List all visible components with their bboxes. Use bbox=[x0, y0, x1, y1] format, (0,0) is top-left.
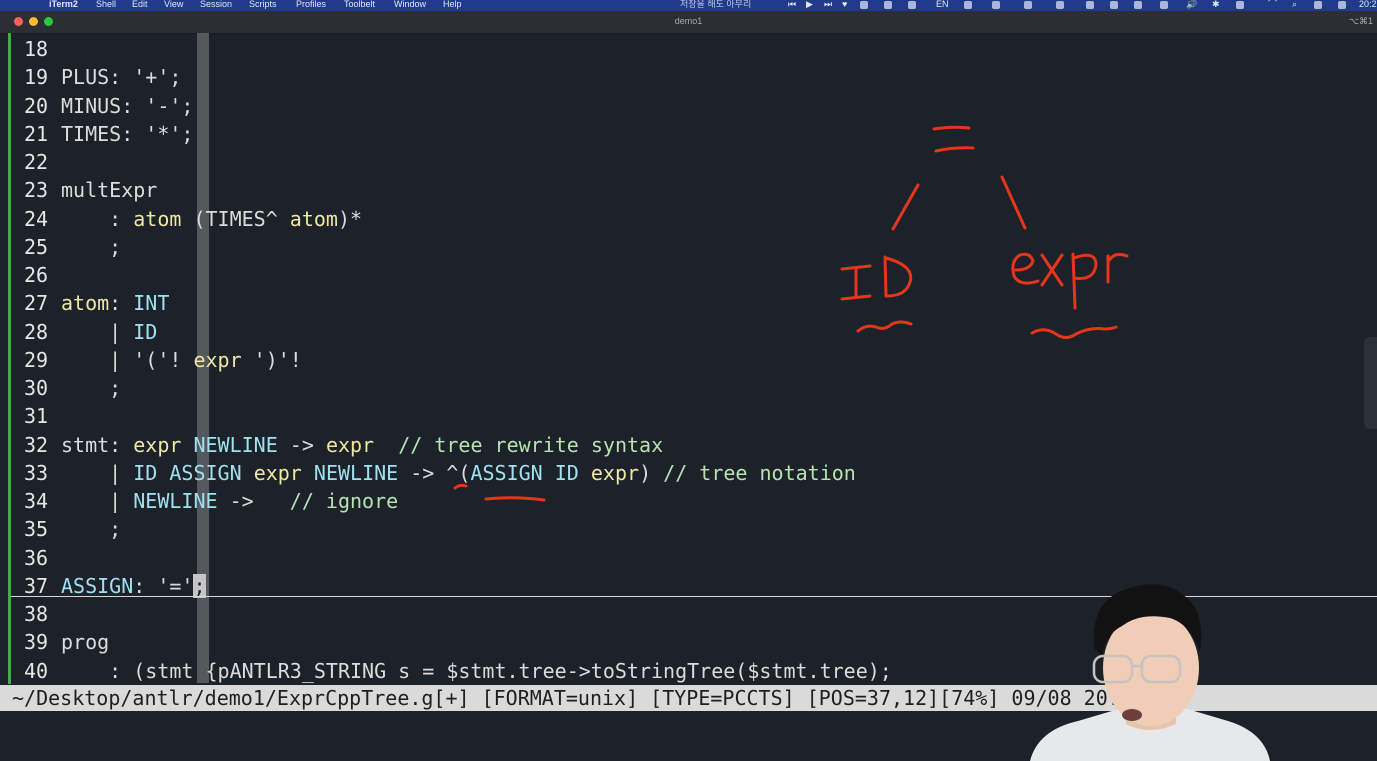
spotlight-search-icon[interactable]: ⌕ bbox=[1292, 0, 1297, 9]
play-icon[interactable]: ▶ bbox=[806, 0, 813, 9]
volume-icon[interactable]: 🔊 bbox=[1186, 0, 1197, 9]
line-number: 28 bbox=[24, 319, 49, 344]
line-number: 39 bbox=[24, 630, 49, 655]
bluetooth-icon[interactable]: ✱ bbox=[1212, 0, 1220, 9]
line-number: 22 bbox=[24, 150, 49, 174]
line-number: 23 bbox=[24, 178, 49, 203]
code-text[interactable]: | ID bbox=[61, 318, 157, 346]
line-number: 29 bbox=[24, 347, 49, 372]
line-number: 20 bbox=[24, 93, 49, 118]
menu-iterm2[interactable]: iTerm2 bbox=[49, 0, 78, 9]
presenter-webcam bbox=[1030, 584, 1270, 761]
window-title: demo1 bbox=[674, 16, 703, 26]
control-center-icon[interactable] bbox=[1314, 1, 1322, 9]
status-app-icon[interactable] bbox=[1024, 1, 1032, 9]
battery-icon[interactable] bbox=[1236, 1, 1244, 9]
code-text[interactable]: MINUS: '-'; bbox=[61, 92, 193, 120]
code-text[interactable]: ; bbox=[61, 233, 121, 261]
line-number: 30 bbox=[24, 376, 49, 400]
terminal-left-border bbox=[8, 33, 11, 684]
line-number: 36 bbox=[24, 545, 49, 570]
siri-icon[interactable] bbox=[1338, 1, 1346, 9]
status-app-icon[interactable] bbox=[884, 1, 892, 9]
sidebar-toggle-tab[interactable] bbox=[1364, 337, 1377, 429]
code-text[interactable]: atom: INT bbox=[61, 289, 169, 317]
menu-toolbelt[interactable]: Toolbelt bbox=[344, 0, 375, 9]
vim-cursor: ; bbox=[193, 573, 206, 598]
menu-shell[interactable]: Shell bbox=[96, 0, 116, 9]
code-text[interactable]: ; bbox=[61, 374, 121, 402]
status-app-icon[interactable] bbox=[1134, 1, 1142, 9]
line-number: 19 bbox=[24, 65, 49, 90]
window-shortcut-label: ⌥⌘1 bbox=[1348, 16, 1373, 26]
code-text[interactable]: stmt: expr NEWLINE -> expr // tree rewri… bbox=[61, 431, 663, 459]
window-titlebar: demo1 ⌥⌘1 bbox=[0, 11, 1377, 34]
heart-icon[interactable]: ♥ bbox=[842, 0, 847, 9]
line-number: 21 bbox=[24, 121, 49, 146]
code-text[interactable]: PLUS: '+'; bbox=[61, 63, 181, 91]
menu-help[interactable]: Help bbox=[443, 0, 462, 9]
line-number: 34 bbox=[24, 489, 49, 513]
menu-view[interactable]: View bbox=[164, 0, 183, 9]
status-app-icon[interactable] bbox=[1056, 1, 1064, 9]
input-language-indicator[interactable]: EN bbox=[936, 0, 949, 9]
status-app-icon[interactable] bbox=[964, 1, 972, 9]
line-number: 27 bbox=[24, 291, 49, 316]
menu-window[interactable]: Window bbox=[394, 0, 426, 9]
code-text[interactable]: TIMES: '*'; bbox=[61, 120, 193, 148]
line-number: 25 bbox=[24, 234, 49, 259]
status-app-icon[interactable] bbox=[908, 1, 916, 9]
code-text[interactable]: : (stmt {pANTLR3_STRING s = $stmt.tree->… bbox=[61, 657, 892, 685]
line-number: 40 bbox=[24, 658, 49, 683]
code-text[interactable]: | NEWLINE -> // ignore bbox=[61, 487, 398, 515]
code-text[interactable]: ; bbox=[61, 515, 121, 543]
status-app-icon[interactable] bbox=[1110, 1, 1118, 9]
line-number: 35 bbox=[24, 517, 49, 542]
status-app-icon[interactable] bbox=[860, 1, 868, 9]
code-text[interactable]: prog bbox=[61, 628, 109, 656]
status-app-icon[interactable] bbox=[1160, 1, 1168, 9]
line-number: 33 bbox=[24, 460, 49, 485]
menubar-now-playing-text: 저장을 해도 아무리 bbox=[680, 0, 752, 9]
line-number: 24 bbox=[24, 206, 49, 231]
code-text[interactable]: : atom (TIMES^ atom)* bbox=[61, 205, 362, 233]
line-number: 38 bbox=[24, 602, 49, 626]
next-track-icon[interactable]: ⏭ bbox=[824, 0, 832, 9]
menu-profiles[interactable]: Profiles bbox=[296, 0, 326, 9]
menu-scripts[interactable]: Scripts bbox=[249, 0, 277, 9]
line-number: 18 bbox=[24, 37, 49, 61]
code-text[interactable]: multExpr bbox=[61, 176, 157, 204]
statusline-text: ~/Desktop/antlr/demo1/ExprCppTree.g[+] [… bbox=[12, 686, 1144, 710]
prev-track-icon[interactable]: ⏮ bbox=[788, 0, 796, 9]
status-app-icon[interactable] bbox=[1086, 1, 1094, 9]
macos-menubar: iTerm2 Shell Edit View Session Scripts P… bbox=[0, 0, 1377, 11]
menubar-clock[interactable]: 20:2 bbox=[1359, 0, 1377, 9]
code-text[interactable]: | ID ASSIGN expr NEWLINE -> ^(ASSIGN ID … bbox=[61, 459, 856, 487]
menu-session[interactable]: Session bbox=[200, 0, 232, 9]
line-number: 32 bbox=[24, 432, 49, 457]
status-app-icon[interactable] bbox=[992, 1, 1000, 9]
line-number: 26 bbox=[24, 263, 49, 287]
menu-edit[interactable]: Edit bbox=[132, 0, 148, 9]
wifi-icon[interactable]: ⌒ bbox=[1268, 0, 1277, 9]
line-number: 31 bbox=[24, 404, 49, 429]
code-text[interactable]: | '('! expr ')'! bbox=[61, 346, 302, 374]
